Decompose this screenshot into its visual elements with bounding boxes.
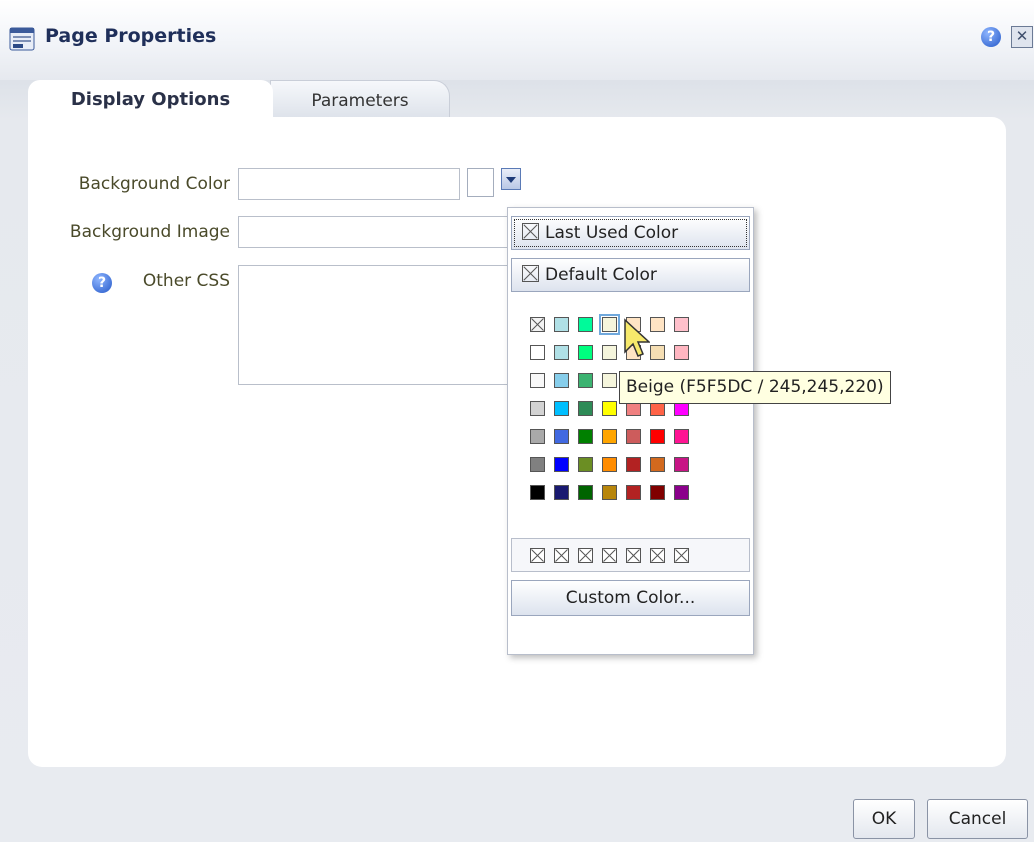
- color-swatch-cell[interactable]: [578, 317, 593, 332]
- close-icon[interactable]: ✕: [1011, 26, 1033, 48]
- color-swatch-cell[interactable]: [554, 429, 569, 444]
- color-swatch-cell[interactable]: [530, 485, 545, 500]
- color-swatch-cell[interactable]: [602, 345, 617, 360]
- color-swatch-cell[interactable]: [530, 457, 545, 472]
- default-color-button[interactable]: Default Color: [511, 258, 750, 292]
- custom-color-slot[interactable]: [626, 548, 641, 563]
- color-tooltip: Beige (F5F5DC / 245,245,220): [619, 371, 891, 404]
- color-swatch-cell[interactable]: [554, 317, 569, 332]
- color-swatch-cell[interactable]: [578, 485, 593, 500]
- no-color-icon: [522, 223, 539, 240]
- color-swatch-cell[interactable]: [650, 429, 665, 444]
- color-swatch-cell[interactable]: [530, 429, 545, 444]
- color-swatch-cell[interactable]: [674, 429, 689, 444]
- color-swatch-cell[interactable]: [554, 485, 569, 500]
- custom-color-button[interactable]: Custom Color...: [511, 580, 750, 616]
- color-swatch-cell[interactable]: [674, 485, 689, 500]
- color-swatch-cell[interactable]: [602, 457, 617, 472]
- last-used-color-button[interactable]: Last Used Color: [511, 216, 750, 250]
- color-swatch-cell[interactable]: [554, 457, 569, 472]
- color-swatch-cell[interactable]: [674, 345, 689, 360]
- custom-colors-row: [511, 538, 750, 572]
- tab-parameters[interactable]: Parameters: [270, 80, 450, 119]
- help-icon[interactable]: ?: [981, 27, 1001, 47]
- color-swatch-cell[interactable]: [578, 345, 593, 360]
- color-swatch-cell[interactable]: [650, 317, 665, 332]
- other-css-help-icon[interactable]: ?: [92, 273, 112, 293]
- color-swatch-cell[interactable]: [554, 401, 569, 416]
- background-image-label: Background Image: [69, 222, 230, 242]
- color-swatch-cell[interactable]: [530, 345, 545, 360]
- color-swatch-cell[interactable]: [578, 429, 593, 444]
- color-swatch-cell[interactable]: [602, 429, 617, 444]
- color-swatch-cell[interactable]: [650, 457, 665, 472]
- ok-button[interactable]: OK: [853, 799, 915, 839]
- page-properties-icon: [9, 27, 35, 51]
- last-used-color-label: Last Used Color: [545, 223, 679, 243]
- background-color-label: Background Color: [78, 174, 230, 194]
- default-color-label: Default Color: [545, 265, 657, 285]
- color-swatch-cell[interactable]: [650, 485, 665, 500]
- color-swatch-cell[interactable]: [530, 401, 545, 416]
- custom-color-slot[interactable]: [554, 548, 569, 563]
- color-picker-popup: Last Used Color Default Color Custom Col…: [507, 207, 754, 655]
- color-swatch-cell[interactable]: [626, 485, 641, 500]
- title-bar: Page Properties ? ✕: [0, 0, 1034, 80]
- custom-color-slot[interactable]: [578, 548, 593, 563]
- color-swatch-cell[interactable]: [650, 345, 665, 360]
- color-swatch-cell[interactable]: [578, 373, 593, 388]
- custom-color-slot[interactable]: [650, 548, 665, 563]
- mouse-cursor-icon: [624, 318, 650, 357]
- color-swatch-cell[interactable]: [602, 373, 617, 388]
- custom-color-slot[interactable]: [602, 548, 617, 563]
- other-css-textarea[interactable]: [238, 265, 510, 385]
- color-swatch-cell[interactable]: [626, 429, 641, 444]
- color-swatch-cell[interactable]: [674, 317, 689, 332]
- cancel-button[interactable]: Cancel: [927, 799, 1028, 839]
- color-swatch-cell[interactable]: [554, 373, 569, 388]
- color-swatch-cell[interactable]: [530, 373, 545, 388]
- color-swatch-cell[interactable]: [602, 401, 617, 416]
- color-swatch-cell[interactable]: [626, 457, 641, 472]
- other-css-label: Other CSS: [142, 271, 230, 291]
- color-swatch-cell[interactable]: [578, 457, 593, 472]
- no-color-swatch[interactable]: [530, 317, 545, 332]
- color-swatch-cell[interactable]: [602, 485, 617, 500]
- background-color-input[interactable]: [238, 168, 460, 200]
- color-swatch-cell[interactable]: [578, 401, 593, 416]
- dialog-title: Page Properties: [45, 25, 217, 47]
- tab-display-options[interactable]: Display Options: [28, 80, 273, 118]
- color-swatch-cell[interactable]: [554, 345, 569, 360]
- color-swatch-cell[interactable]: [599, 314, 620, 335]
- custom-color-slot[interactable]: [530, 548, 545, 563]
- no-color-icon: [522, 265, 539, 282]
- color-swatch[interactable]: [467, 168, 494, 197]
- color-swatch-cell[interactable]: [674, 457, 689, 472]
- background-image-input[interactable]: [238, 216, 508, 248]
- custom-color-slot[interactable]: [674, 548, 689, 563]
- color-dropdown-button[interactable]: [501, 168, 521, 190]
